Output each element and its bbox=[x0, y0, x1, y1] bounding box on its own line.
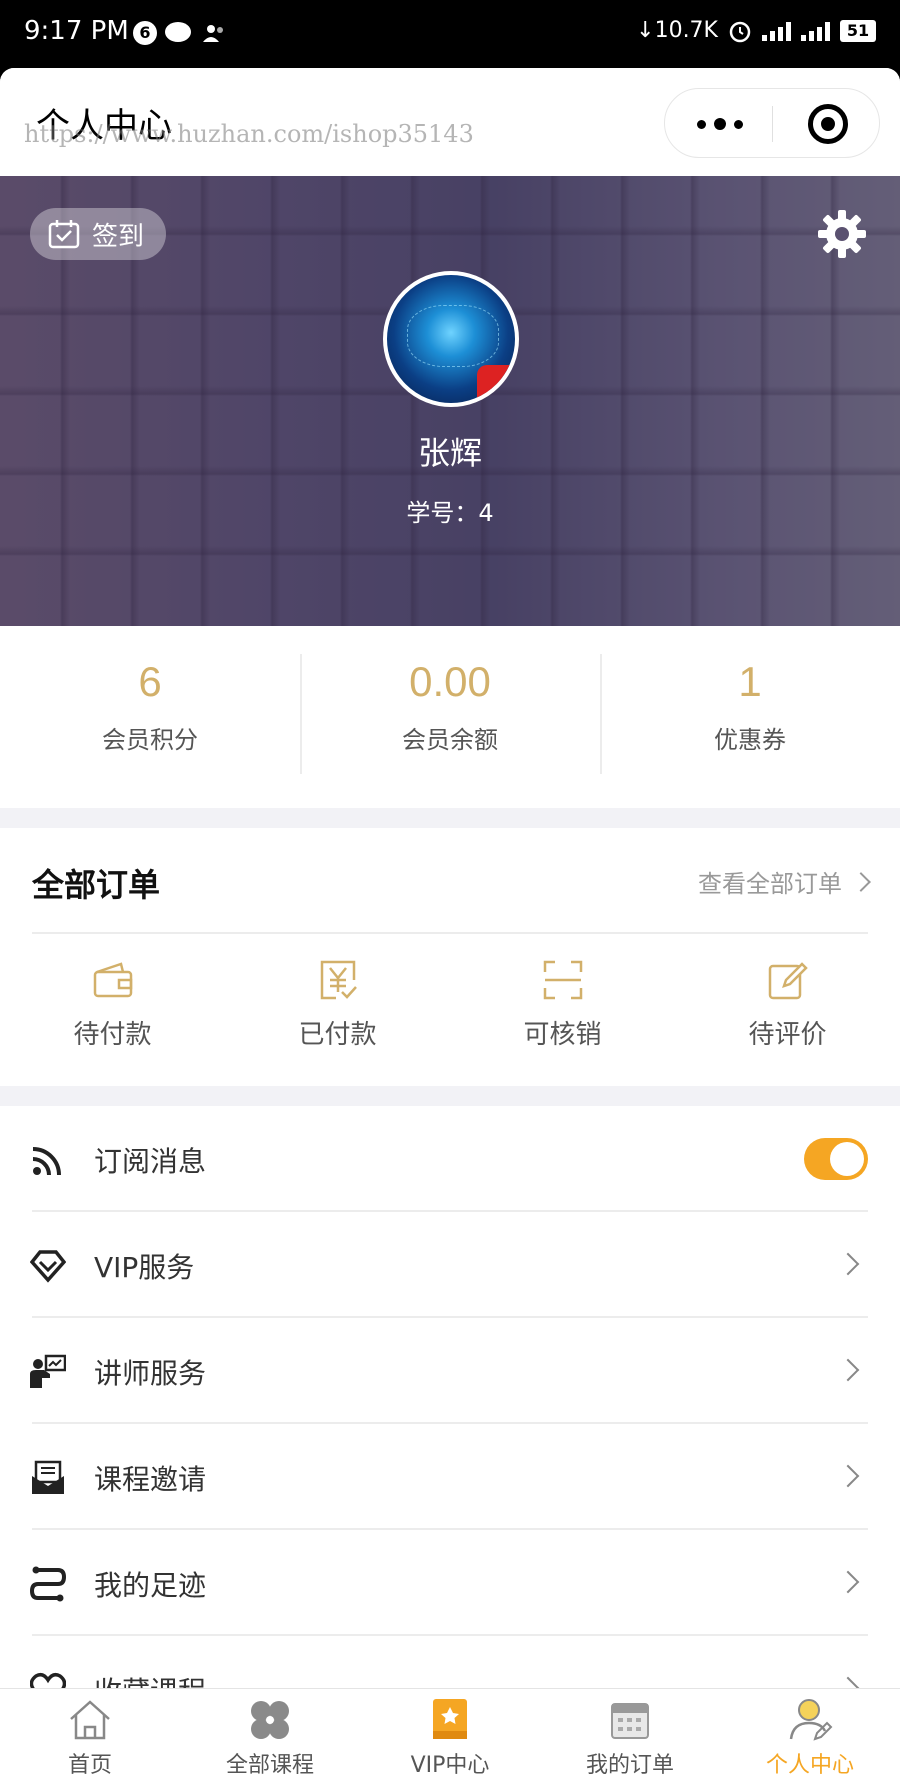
signal-icon bbox=[801, 21, 830, 41]
stat-value: 6 bbox=[138, 658, 162, 705]
edit-icon bbox=[768, 962, 808, 1000]
stat-coupons[interactable]: 1 优惠券 bbox=[600, 626, 900, 808]
bottom-tab-bar: 首页 全部课程 VIP中心 我的订单 个人中心 bbox=[0, 1688, 900, 1785]
stat-value: 1 bbox=[738, 658, 762, 705]
order-paid[interactable]: 已付款 bbox=[225, 958, 450, 1051]
menu-item-subscribe[interactable]: 订阅消息 bbox=[0, 1106, 900, 1212]
order-pending-payment[interactable]: 待付款 bbox=[0, 958, 225, 1051]
tab-label: 首页 bbox=[67, 1753, 112, 1778]
chat-icon bbox=[165, 22, 191, 42]
menu-label: VIP服务 bbox=[94, 1251, 195, 1284]
teacher-icon bbox=[30, 1354, 66, 1388]
menu-item-teacher[interactable]: 讲师服务 bbox=[0, 1318, 900, 1424]
chevron-right-icon bbox=[836, 1464, 860, 1488]
clover-icon bbox=[251, 1701, 289, 1739]
calendar-icon bbox=[611, 1703, 649, 1739]
menu-label: 我的足迹 bbox=[94, 1569, 207, 1602]
menu-list: 订阅消息 VIP服务 讲师服务 课程邀请 我的足迹 收藏课程 bbox=[0, 1106, 900, 1742]
signal-4g-icon bbox=[762, 21, 791, 41]
paid-icon bbox=[320, 960, 357, 1000]
menu-label: 课程邀请 bbox=[94, 1463, 207, 1496]
tab-my-orders[interactable]: 我的订单 bbox=[540, 1689, 720, 1785]
battery-icon: 51 bbox=[840, 19, 876, 42]
diamond-icon bbox=[30, 1250, 66, 1283]
member-stats: 6 会员积分 0.00 会员余额 1 优惠券 bbox=[0, 626, 900, 808]
menu-item-vip[interactable]: VIP服务 bbox=[0, 1212, 900, 1318]
tab-label: 全部课程 bbox=[225, 1753, 314, 1778]
avatar[interactable] bbox=[383, 271, 519, 407]
order-label: 待付款 bbox=[73, 1020, 152, 1050]
footprint-icon bbox=[30, 1566, 66, 1602]
calendar-check-icon bbox=[48, 220, 80, 249]
menu-label: 订阅消息 bbox=[94, 1145, 207, 1178]
chevron-right-icon bbox=[836, 1252, 860, 1276]
tab-label: VIP中心 bbox=[410, 1753, 490, 1778]
more-icon[interactable] bbox=[697, 118, 743, 130]
menu-label: 讲师服务 bbox=[94, 1357, 207, 1390]
menu-item-footprint[interactable]: 我的足迹 bbox=[0, 1530, 900, 1636]
view-all-orders-link[interactable]: 查看全部订单 bbox=[698, 864, 871, 899]
chevron-right-icon bbox=[836, 1358, 860, 1382]
chevron-right-icon bbox=[836, 1570, 860, 1594]
capsule-divider bbox=[772, 106, 773, 142]
tab-home[interactable]: 首页 bbox=[0, 1689, 180, 1785]
view-all-orders-label: 查看全部订单 bbox=[698, 870, 842, 898]
tab-personal-center[interactable]: 个人中心 bbox=[720, 1689, 900, 1785]
order-label: 待评价 bbox=[748, 1020, 827, 1050]
stat-label: 会员积分 bbox=[102, 726, 198, 754]
home-icon bbox=[70, 1700, 110, 1740]
orders-section: 全部订单 查看全部订单 待付款 已付款 可核销 待评价 bbox=[0, 828, 900, 1086]
user-icon bbox=[789, 1699, 833, 1741]
wallet-icon bbox=[93, 962, 132, 998]
subscribe-toggle[interactable] bbox=[804, 1138, 868, 1180]
order-label: 可核销 bbox=[523, 1020, 602, 1050]
menu-item-invite[interactable]: 课程邀请 bbox=[0, 1424, 900, 1530]
tab-all-courses[interactable]: 全部课程 bbox=[180, 1689, 360, 1785]
orders-title: 全部订单 bbox=[32, 866, 161, 904]
contacts-icon bbox=[203, 25, 223, 42]
section-gap bbox=[0, 808, 900, 828]
stat-points[interactable]: 6 会员积分 bbox=[0, 626, 300, 808]
vip-book-icon bbox=[433, 1699, 467, 1739]
profile-banner: 签到 张辉 学号：4 bbox=[0, 176, 900, 626]
stat-label: 会员余额 bbox=[402, 726, 498, 754]
tab-vip-center[interactable]: VIP中心 bbox=[360, 1689, 540, 1785]
avatar-flag-badge bbox=[477, 365, 515, 403]
app-screen: 个人中心 https://www.huzhan.com/ishop35143 签… bbox=[0, 68, 900, 1785]
invite-mail-icon bbox=[32, 1460, 64, 1494]
signin-button[interactable]: 签到 bbox=[30, 208, 166, 260]
chevron-right-icon bbox=[851, 871, 871, 892]
signin-label: 签到 bbox=[92, 221, 145, 252]
divider bbox=[32, 932, 868, 934]
order-label: 已付款 bbox=[298, 1020, 377, 1050]
watermark-text: https://www.huzhan.com/ishop35143 bbox=[24, 120, 474, 148]
tab-label: 我的订单 bbox=[585, 1753, 674, 1778]
mini-program-capsule bbox=[664, 88, 880, 158]
section-gap bbox=[0, 1086, 900, 1106]
net-speed: ↓10.7K bbox=[636, 18, 718, 43]
close-target-icon[interactable] bbox=[808, 104, 848, 144]
student-id: 学号：4 bbox=[406, 499, 494, 527]
stat-balance[interactable]: 0.00 会员余额 bbox=[300, 626, 600, 808]
order-redeemable[interactable]: 可核销 bbox=[450, 958, 675, 1051]
order-to-review[interactable]: 待评价 bbox=[675, 958, 900, 1051]
title-bar: 个人中心 https://www.huzhan.com/ishop35143 bbox=[0, 68, 900, 176]
user-name: 张辉 bbox=[417, 434, 482, 472]
stat-label: 优惠券 bbox=[714, 726, 786, 754]
status-time: 9:17 PM bbox=[24, 16, 129, 46]
alarm-icon bbox=[729, 21, 751, 42]
rss-icon bbox=[32, 1147, 61, 1176]
notification-badge: 6 bbox=[133, 21, 157, 45]
settings-gear-icon[interactable] bbox=[816, 208, 868, 260]
scan-icon bbox=[543, 960, 582, 1000]
stat-value: 0.00 bbox=[409, 658, 491, 705]
tab-label: 个人中心 bbox=[765, 1753, 854, 1778]
status-bar: 9:17 PM 6 ↓10.7K 51 bbox=[0, 0, 900, 68]
